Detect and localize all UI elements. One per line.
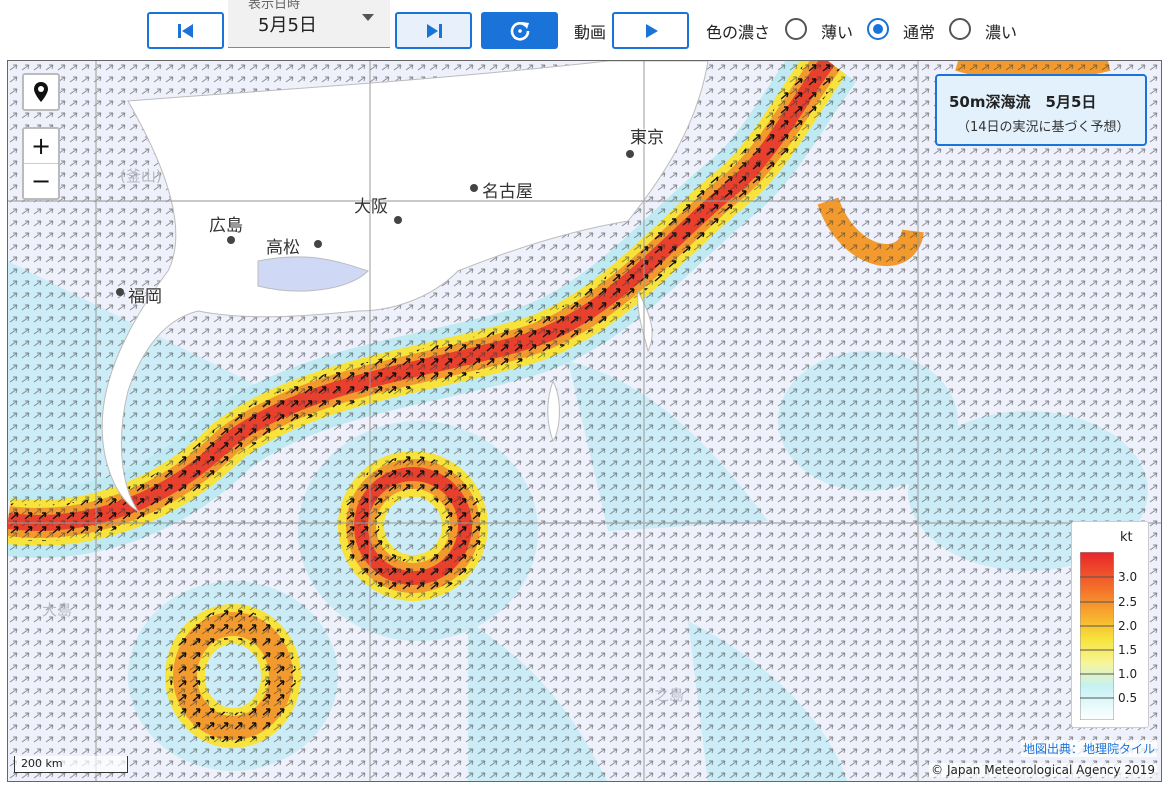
skip-next-icon — [426, 23, 442, 38]
prev-day-button[interactable] — [147, 12, 224, 49]
info-title: 50m深海流 5月5日 — [949, 93, 1097, 111]
info-panel: 50m深海流 5月5日 （14日の実況に基づく予想） — [935, 74, 1147, 146]
location-button[interactable] — [22, 73, 60, 111]
legend-tick-3-0: 3.0 — [1118, 570, 1138, 584]
density-normal-label: 通常 — [903, 23, 936, 42]
skip-previous-icon — [177, 23, 193, 38]
density-label: 色の濃さ — [706, 23, 771, 42]
date-select-value: 5月5日 — [258, 15, 317, 36]
zoom-in-button[interactable]: + — [24, 129, 58, 164]
copyright-text: © Japan Meteorological Agency 2019 — [929, 763, 1157, 777]
map-pin-icon — [34, 82, 48, 102]
city-label-hiroshima: 広島 — [209, 216, 243, 236]
city-label-fukuoka: 福岡 — [128, 287, 162, 307]
density-dark-radio[interactable] — [949, 18, 971, 40]
info-subtitle: （14日の実況に基づく予想） — [957, 120, 1130, 135]
speed-legend: kt 3.0 2.5 2.0 1.5 1.0 0.5 — [1071, 521, 1149, 728]
density-normal-radio[interactable] — [867, 18, 889, 40]
zoom-control: + − — [22, 127, 60, 200]
legend-unit: kt — [1120, 530, 1133, 545]
density-light-label: 薄い — [821, 23, 854, 42]
faint-label-island: 之島 — [654, 686, 685, 704]
play-icon — [645, 23, 658, 38]
ocean-current-map[interactable]: 東京 名古屋 大阪 広島 高松 福岡 (釜山) 大島 之島 + − 50m深海流… — [7, 60, 1162, 782]
refresh-icon — [510, 21, 529, 41]
legend-tick-1-0: 1.0 — [1118, 667, 1138, 681]
next-day-button[interactable] — [395, 12, 472, 49]
zoom-out-button[interactable]: − — [24, 164, 58, 198]
legend-tick-1-5: 1.5 — [1118, 643, 1138, 657]
scale-bar: 200 km — [14, 756, 128, 773]
legend-tick-2-5: 2.5 — [1118, 595, 1138, 609]
legend-colorbar — [1080, 552, 1114, 720]
attribution-link[interactable]: 地図出典：地理院タイル — [1020, 740, 1157, 757]
density-dark-label: 濃い — [985, 23, 1018, 42]
movie-label: 動画 — [574, 23, 607, 42]
city-label-osaka: 大阪 — [354, 197, 388, 217]
faint-label-oshima: 大島 — [42, 601, 73, 619]
legend-tick-0-5: 0.5 — [1118, 691, 1138, 705]
chevron-down-icon — [362, 14, 374, 21]
date-select[interactable]: 表示日時 5月5日 — [228, 0, 390, 48]
scale-label: 200 km — [21, 757, 63, 770]
refresh-button[interactable] — [481, 12, 558, 49]
play-button[interactable] — [612, 12, 689, 49]
city-label-nagoya: 名古屋 — [482, 182, 533, 202]
city-label-takamatsu: 高松 — [266, 238, 300, 258]
toolbar: 表示日時 5月5日 動画 色の濃さ 薄い 通常 濃い — [0, 0, 1172, 60]
city-label-tokyo: 東京 — [630, 128, 664, 148]
map-canvas — [8, 61, 1161, 781]
legend-tick-2-0: 2.0 — [1118, 619, 1138, 633]
density-light-radio[interactable] — [785, 18, 807, 40]
faint-label-busan: (釜山) — [120, 167, 162, 185]
